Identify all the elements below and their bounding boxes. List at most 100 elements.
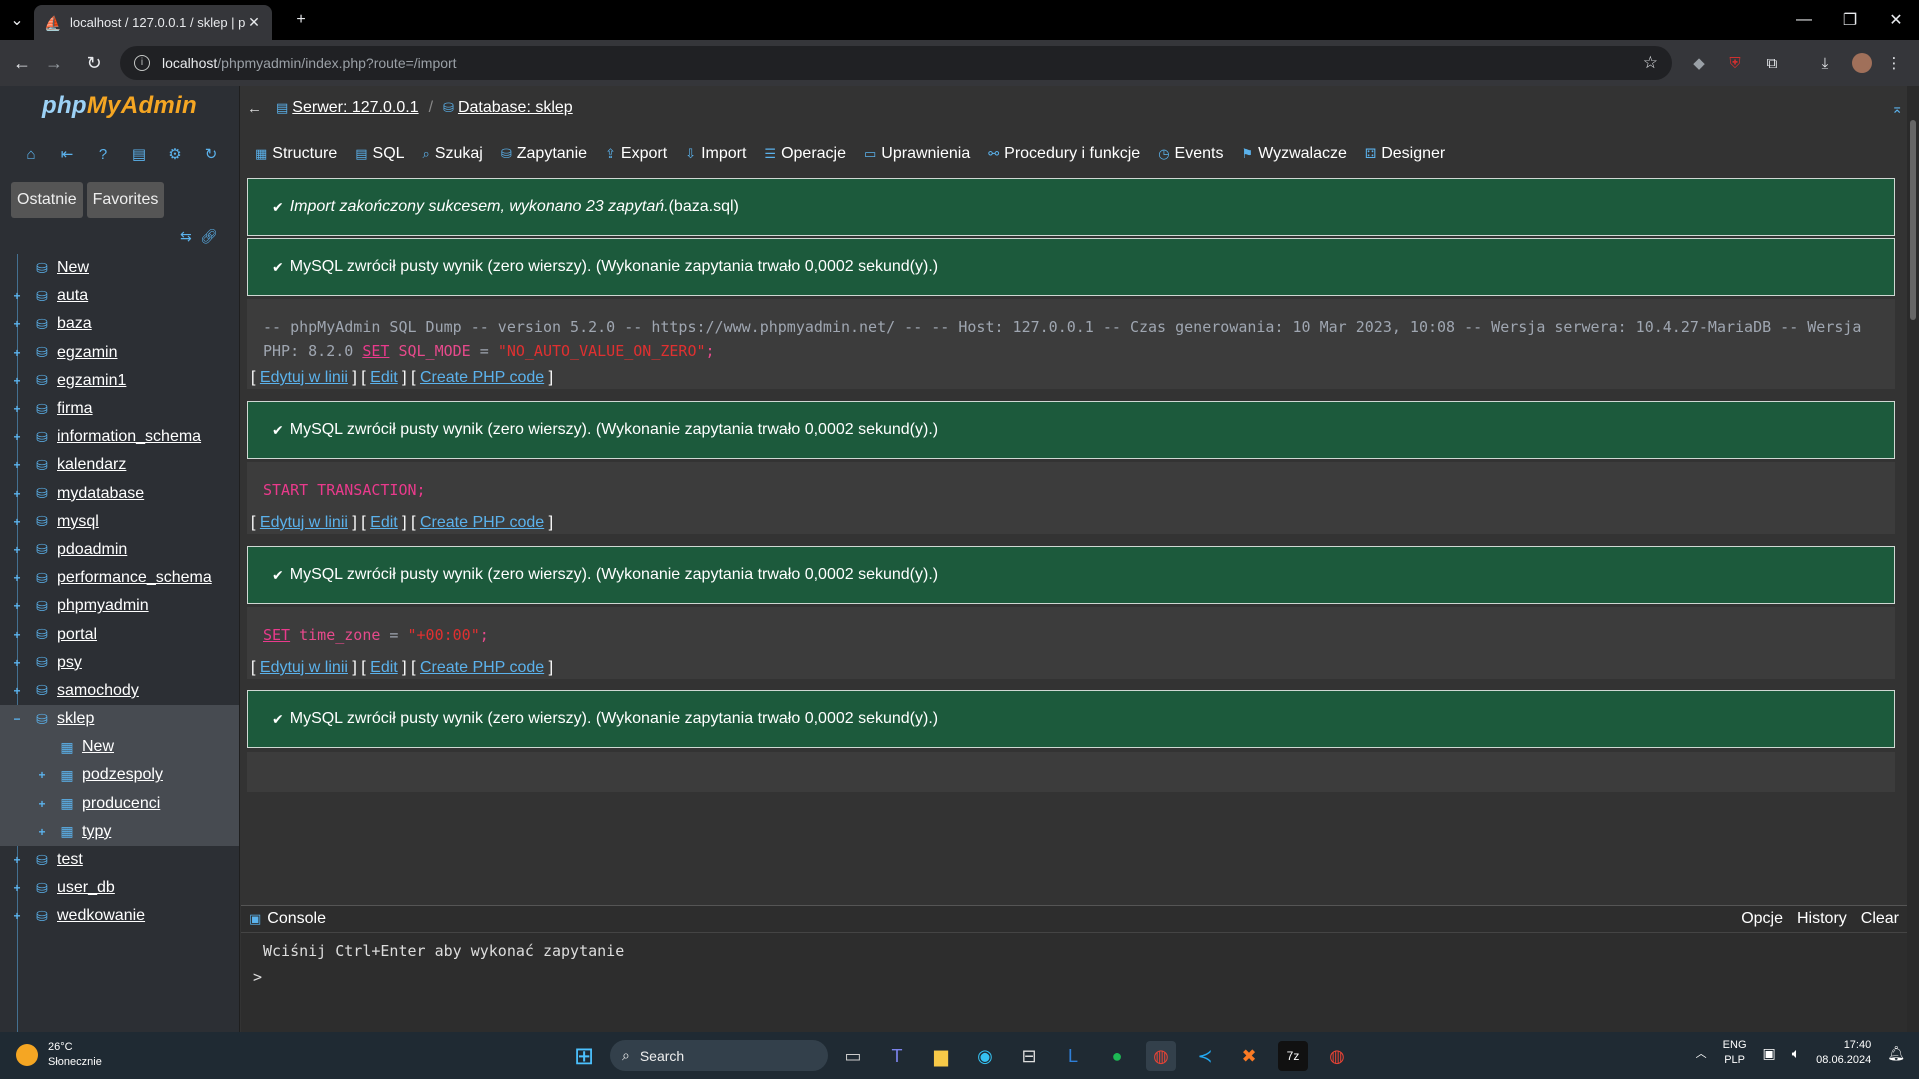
tree-item-label[interactable]: kalendarz: [57, 456, 126, 474]
create-php-code-link[interactable]: Create PHP code: [420, 369, 544, 386]
tree-item-auta[interactable]: + ⛁ auta: [0, 282, 239, 310]
tree-item-pdoadmin[interactable]: + ⛁ pdoadmin: [0, 536, 239, 564]
tab-privileges[interactable]: ▭ Uprawnienia: [864, 145, 970, 163]
collapse-header-icon[interactable]: ⌅: [1891, 100, 1903, 117]
settings-gear-icon[interactable]: ⚙: [164, 143, 186, 165]
forward-icon[interactable]: →: [40, 49, 68, 77]
tree-item-samochody[interactable]: + ⛁ samochody: [0, 677, 239, 705]
restore-icon[interactable]: ❐: [1827, 0, 1873, 40]
tab-import[interactable]: ⇩ Import: [685, 145, 746, 163]
new-tab-icon[interactable]: +: [278, 0, 324, 40]
edit-inline-link[interactable]: Edytuj w linii: [260, 659, 348, 676]
volume-icon[interactable]: 🔈︎: [1792, 1045, 1800, 1062]
minimize-icon[interactable]: —: [1781, 0, 1827, 40]
back-icon[interactable]: ←: [8, 49, 36, 77]
expand-icon[interactable]: +: [12, 572, 22, 584]
tab-routines[interactable]: ⚯ Procedury i funkcje: [988, 145, 1140, 163]
breadcrumb-server[interactable]: Serwer: 127.0.0.1: [292, 99, 418, 117]
expand-icon[interactable]: +: [37, 826, 47, 838]
edit-link[interactable]: Edit: [370, 369, 398, 386]
tree-item-podzespoly[interactable]: + ▦ podzespoly: [0, 761, 239, 790]
tree-item-label[interactable]: performance_schema: [57, 569, 212, 587]
clock[interactable]: 17:40 08.06.2024: [1816, 1038, 1871, 1068]
console-header[interactable]: ▣ Console Opcje History Clear: [241, 906, 1907, 933]
tab-favorites[interactable]: Favorites: [86, 182, 165, 218]
tree-item-label[interactable]: phpmyadmin: [57, 597, 149, 615]
linear-app-icon[interactable]: L: [1058, 1041, 1088, 1071]
windows-start-icon[interactable]: ⊞: [569, 1041, 599, 1071]
tab-export[interactable]: ⇪ Export: [605, 145, 667, 163]
expand-icon[interactable]: +: [12, 854, 22, 866]
tree-item-label[interactable]: samochody: [57, 682, 139, 700]
tree-item-label[interactable]: portal: [57, 626, 97, 644]
collapse-icon[interactable]: −: [12, 713, 22, 725]
site-info-icon[interactable]: i: [134, 55, 150, 71]
tree-item-label[interactable]: test: [57, 851, 83, 869]
console-history-button[interactable]: History: [1797, 910, 1847, 928]
tree-item-performance-schema[interactable]: + ⛁ performance_schema: [0, 564, 239, 592]
ublock-icon[interactable]: ⛨: [1723, 51, 1747, 75]
expand-icon[interactable]: +: [12, 910, 22, 922]
link-with-main-icon[interactable]: 🔗︎: [200, 228, 218, 245]
network-icon[interactable]: ▣: [1763, 1045, 1776, 1062]
language-indicator[interactable]: ENG PLP: [1723, 1038, 1747, 1068]
tree-item-label[interactable]: auta: [57, 287, 88, 305]
tree-item-label[interactable]: egzamin: [57, 344, 117, 362]
tree-item-label[interactable]: mysql: [57, 513, 99, 531]
phpmyadmin-logo[interactable]: php MyAdmin: [0, 86, 239, 126]
tree-item-mydatabase[interactable]: + ⛁ mydatabase: [0, 480, 239, 508]
home-icon[interactable]: ⌂: [20, 143, 42, 165]
tree-item-label[interactable]: firma: [57, 400, 93, 418]
expand-icon[interactable]: +: [12, 403, 22, 415]
tree-item-label[interactable]: New: [57, 259, 89, 277]
expand-icon[interactable]: +: [12, 459, 22, 471]
tab-query[interactable]: ⛁ Zapytanie: [501, 145, 587, 163]
tree-item-wedkowanie[interactable]: + ⛁ wedkowanie: [0, 902, 239, 930]
weather-widget[interactable]: 26°C Słonecznie: [16, 1040, 102, 1070]
file-explorer-icon[interactable]: ▆: [926, 1041, 956, 1071]
edit-link[interactable]: Edit: [370, 514, 398, 531]
tree-item-sklep-new[interactable]: ▦ New: [0, 733, 239, 762]
tree-item-label[interactable]: podzespoly: [82, 766, 163, 784]
tree-item-label[interactable]: information_schema: [57, 428, 201, 446]
tree-item-label[interactable]: producenci: [82, 795, 160, 813]
notifications-bell-icon[interactable]: 🔔︎: [1887, 1045, 1905, 1062]
edit-link[interactable]: Edit: [370, 659, 398, 676]
tree-item-mysql[interactable]: + ⛁ mysql: [0, 508, 239, 536]
expand-icon[interactable]: +: [12, 882, 22, 894]
task-view-icon[interactable]: ▭: [838, 1041, 868, 1071]
taskbar-search[interactable]: ⌕ Search: [610, 1040, 828, 1071]
address-bar[interactable]: i localhost/phpmyadmin/index.php?route=/…: [120, 46, 1672, 80]
page-scrollbar[interactable]: [1907, 86, 1919, 1032]
tree-item-label[interactable]: baza: [57, 315, 92, 333]
browser-menu-icon[interactable]: ⋮: [1882, 51, 1906, 75]
tree-item-label[interactable]: wedkowanie: [57, 907, 145, 925]
downloads-icon[interactable]: ⤓: [1813, 51, 1837, 75]
tree-item-label[interactable]: egzamin1: [57, 372, 126, 390]
tab-triggers[interactable]: ⚑ Wyzwalacze: [1241, 145, 1346, 163]
tree-item-label[interactable]: pdoadmin: [57, 541, 127, 559]
tab-search-icon[interactable]: ⌄: [0, 0, 34, 40]
expand-icon[interactable]: +: [12, 318, 22, 330]
tab-structure[interactable]: ▦ Structure: [255, 145, 337, 163]
tree-item-sklep[interactable]: − ⛁ sklep: [0, 705, 239, 734]
reload-icon[interactable]: ↻: [80, 49, 108, 77]
expand-icon[interactable]: +: [37, 769, 47, 781]
extension-icon[interactable]: ◆: [1687, 51, 1711, 75]
scrollbar-thumb[interactable]: [1910, 120, 1916, 320]
edit-inline-link[interactable]: Edytuj w linii: [260, 369, 348, 386]
create-php-code-link[interactable]: Create PHP code: [420, 514, 544, 531]
expand-icon[interactable]: +: [12, 629, 22, 641]
tab-search[interactable]: ⌕ Szukaj: [423, 145, 483, 163]
tree-item-test[interactable]: + ⛁ test: [0, 846, 239, 874]
spotify-icon[interactable]: ●: [1102, 1041, 1132, 1071]
tab-operations[interactable]: ☰ Operacje: [764, 145, 846, 163]
expand-icon[interactable]: +: [37, 798, 47, 810]
expand-icon[interactable]: +: [12, 516, 22, 528]
tree-item-new[interactable]: ⛁ New: [0, 254, 239, 282]
chrome-profile-icon[interactable]: ◍: [1322, 1041, 1352, 1071]
collapse-all-icon[interactable]: ⇆: [180, 228, 192, 245]
vscode-icon[interactable]: ≺: [1190, 1041, 1220, 1071]
tab-sql[interactable]: ▤ SQL: [355, 145, 404, 163]
tray-chevron-icon[interactable]: ︿: [1696, 1045, 1707, 1061]
